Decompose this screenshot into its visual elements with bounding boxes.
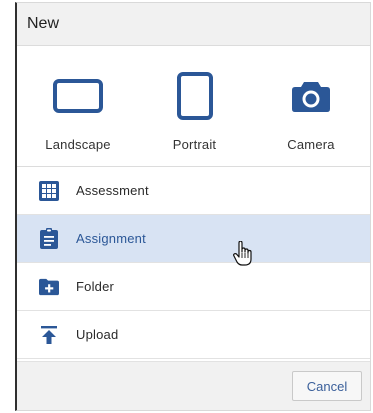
new-item-dialog: New Landscape Portrait Camera Assessment… <box>15 2 371 411</box>
dialog-footer: Cancel <box>17 361 370 410</box>
menu-item-folder[interactable]: Folder <box>17 263 370 311</box>
clipboard-icon <box>39 228 59 249</box>
upload-icon <box>39 325 59 345</box>
tile-portrait[interactable]: Portrait <box>150 46 240 166</box>
menu-item-assessment-label: Assessment <box>76 183 149 198</box>
folder-add-icon <box>39 277 59 297</box>
dialog-title: New <box>27 15 60 32</box>
landscape-icon <box>52 72 104 120</box>
menu-item-assessment[interactable]: Assessment <box>17 167 370 215</box>
portrait-icon <box>176 72 214 120</box>
tile-portrait-label: Portrait <box>172 137 217 152</box>
menu-item-assignment[interactable]: Assignment <box>17 215 370 263</box>
grid-icon <box>39 180 59 201</box>
stage: New Landscape Portrait Camera Assessment… <box>0 0 373 413</box>
camera-icon <box>291 72 331 120</box>
dialog-header: New <box>17 3 370 46</box>
menu-item-upload-label: Upload <box>76 327 119 342</box>
menu-item-upload[interactable]: Upload <box>17 311 370 359</box>
tile-landscape[interactable]: Landscape <box>33 46 123 166</box>
create-menu: Assessment Assignment Folder Upload <box>17 167 370 359</box>
cancel-button[interactable]: Cancel <box>292 371 362 401</box>
tile-camera-label: Camera <box>287 137 335 152</box>
tile-camera[interactable]: Camera <box>266 46 356 166</box>
tile-landscape-label: Landscape <box>45 137 111 152</box>
menu-item-folder-label: Folder <box>76 279 115 294</box>
create-tiles: Landscape Portrait Camera <box>17 46 370 167</box>
menu-item-assignment-label: Assignment <box>76 231 146 246</box>
